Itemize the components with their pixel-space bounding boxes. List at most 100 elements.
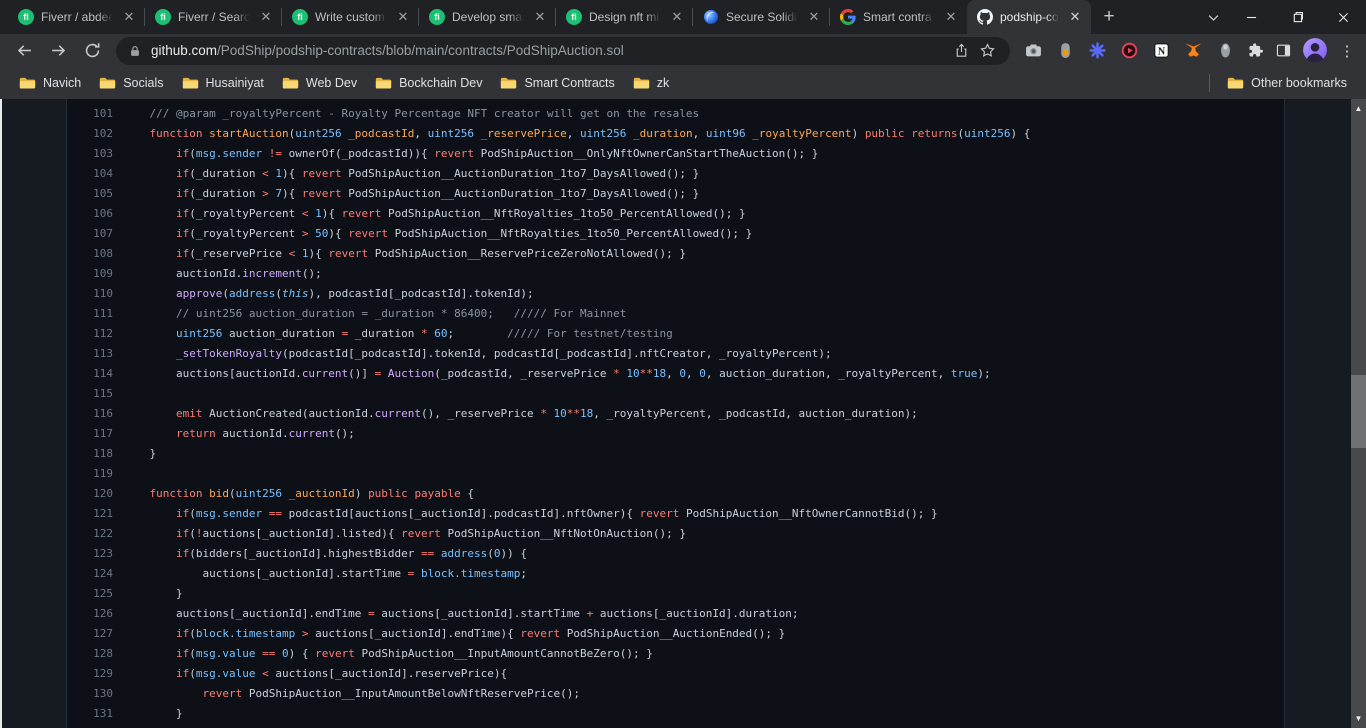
blue-asterisk-extension-icon[interactable] [1084,38,1110,64]
tab-close-icon[interactable]: ✕ [532,9,548,25]
tab-close-icon[interactable]: ✕ [669,9,685,25]
camera-extension-icon[interactable] [1020,38,1046,64]
code-line: 105 if(_duration > 7){ revert PodShipAuc… [67,184,1284,204]
browser-tab-6[interactable]: Secure Solidi ✕ [693,0,830,34]
code-line: 131 } [67,704,1284,724]
bookmark-folder-bockchain-dev[interactable]: Bockchain Dev [366,72,491,94]
line-number[interactable]: 103 [67,144,113,164]
line-number[interactable]: 131 [67,704,113,724]
tab-title: Fiverr / abdee [41,10,114,24]
tab-title: Secure Solidi [726,10,799,24]
line-number[interactable]: 124 [67,564,113,584]
code-text: if(msg.sender != ownerOf(_podcastId)){ r… [113,144,818,164]
line-number[interactable]: 120 [67,484,113,504]
forward-button[interactable] [42,35,74,67]
fiverr-favicon: fi [155,9,171,25]
browser-menu-kebab-icon[interactable]: ⋮ [1336,37,1358,65]
bookmark-folder-smart-contracts[interactable]: Smart Contracts [491,72,623,94]
line-number[interactable]: 129 [67,664,113,684]
bookmark-label: Bockchain Dev [399,76,482,90]
bookmark-star-icon[interactable] [974,38,1000,64]
browser-tab-4[interactable]: fiDevelop smar✕ [419,0,556,34]
address-bar[interactable]: github.com/PodShip/podship-contracts/blo… [116,37,1010,65]
browser-tab-1[interactable]: fiFiverr / abdee✕ [8,0,145,34]
line-number[interactable]: 121 [67,504,113,524]
tab-close-icon[interactable]: ✕ [806,9,822,25]
line-number[interactable]: 107 [67,224,113,244]
line-number[interactable]: 106 [67,204,113,224]
back-button[interactable] [8,35,40,67]
bookmark-folder-zk[interactable]: zk [624,72,679,94]
browser-tab-8[interactable]: podship-cont✕ [967,0,1091,34]
line-number[interactable]: 126 [67,604,113,624]
new-tab-button[interactable]: + [1095,3,1123,31]
scroll-down-arrow-icon[interactable]: ▼ [1351,711,1366,726]
code-text: function bid(uint256 _auctionId) public … [113,484,474,504]
other-bookmarks-folder[interactable]: Other bookmarks [1218,72,1356,94]
minimize-button[interactable] [1228,0,1274,34]
line-number[interactable]: 130 [67,684,113,704]
close-window-button[interactable] [1320,0,1366,34]
line-number[interactable]: 116 [67,404,113,424]
line-number[interactable]: 109 [67,264,113,284]
code-text: if(_duration > 7){ revert PodShipAuction… [113,184,699,204]
tab-close-icon[interactable]: ✕ [1067,9,1083,25]
line-number[interactable]: 104 [67,164,113,184]
line-number[interactable]: 112 [67,324,113,344]
line-number[interactable]: 111 [67,304,113,324]
line-number[interactable]: 113 [67,344,113,364]
recorder-dot-extension-icon[interactable] [1052,38,1078,64]
code-line: 117 return auctionId.current(); [67,424,1284,444]
share-icon[interactable] [948,38,974,64]
line-number[interactable]: 125 [67,584,113,604]
line-number[interactable]: 108 [67,244,113,264]
code-text [113,464,123,484]
bookmark-folder-husainiyat[interactable]: Husainiyat [173,72,273,94]
browser-tab-3[interactable]: fiWrite custom✕ [282,0,419,34]
tab-close-icon[interactable]: ✕ [943,9,959,25]
line-number[interactable]: 123 [67,544,113,564]
bookmark-folder-navich[interactable]: Navich [10,72,90,94]
metamask-extension-icon[interactable] [1180,38,1206,64]
extensions-area: N [1018,38,1240,64]
bookmark-folder-web-dev[interactable]: Web Dev [273,72,366,94]
code-line: 114 auctions[auctionId.current()] = Auct… [67,364,1284,384]
browser-tab-5[interactable]: fiDesign nft mi✕ [556,0,693,34]
tab-search-chevron-icon[interactable] [1198,0,1228,34]
browser-tab-2[interactable]: fiFiverr / Searc✕ [145,0,282,34]
scrollbar-thumb[interactable] [1351,375,1366,448]
gray-blob-extension-icon[interactable] [1212,38,1238,64]
side-panel-icon[interactable] [1270,38,1296,64]
maximize-button[interactable] [1274,0,1320,34]
browser-tab-7[interactable]: Smart contra✕ [830,0,967,34]
notion-extension-icon[interactable]: N [1148,38,1174,64]
line-number[interactable]: 110 [67,284,113,304]
screen-record-extension-icon[interactable] [1116,38,1142,64]
code-line: 108 if(_reservePrice < 1){ revert PodShi… [67,244,1284,264]
line-number[interactable]: 128 [67,644,113,664]
code-line: 126 auctions[_auctionId].endTime = aucti… [67,604,1284,624]
line-number[interactable]: 119 [67,464,113,484]
scroll-up-arrow-icon[interactable]: ▲ [1351,101,1366,116]
bookmark-folder-socials[interactable]: Socials [90,72,172,94]
tab-close-icon[interactable]: ✕ [121,9,137,25]
code-text: /// @param _royaltyPercent - Royalty Per… [113,104,699,124]
profile-avatar[interactable] [1302,37,1330,65]
page-scrollbar[interactable]: ▲ ▼ [1351,99,1366,728]
reload-button[interactable] [76,35,108,67]
extensions-puzzle-icon[interactable] [1242,38,1268,64]
line-number[interactable]: 101 [67,104,113,124]
line-number[interactable]: 118 [67,444,113,464]
line-number[interactable]: 117 [67,424,113,444]
line-number[interactable]: 122 [67,524,113,544]
line-number[interactable]: 114 [67,364,113,384]
line-number[interactable]: 115 [67,384,113,404]
tab-close-icon[interactable]: ✕ [395,9,411,25]
line-number[interactable]: 127 [67,624,113,644]
line-number[interactable]: 102 [67,124,113,144]
google-favicon [840,9,856,25]
line-number[interactable]: 105 [67,184,113,204]
other-bookmarks-label: Other bookmarks [1251,76,1347,90]
code-line: 111 // uint256 auction_duration = _durat… [67,304,1284,324]
tab-close-icon[interactable]: ✕ [258,9,274,25]
